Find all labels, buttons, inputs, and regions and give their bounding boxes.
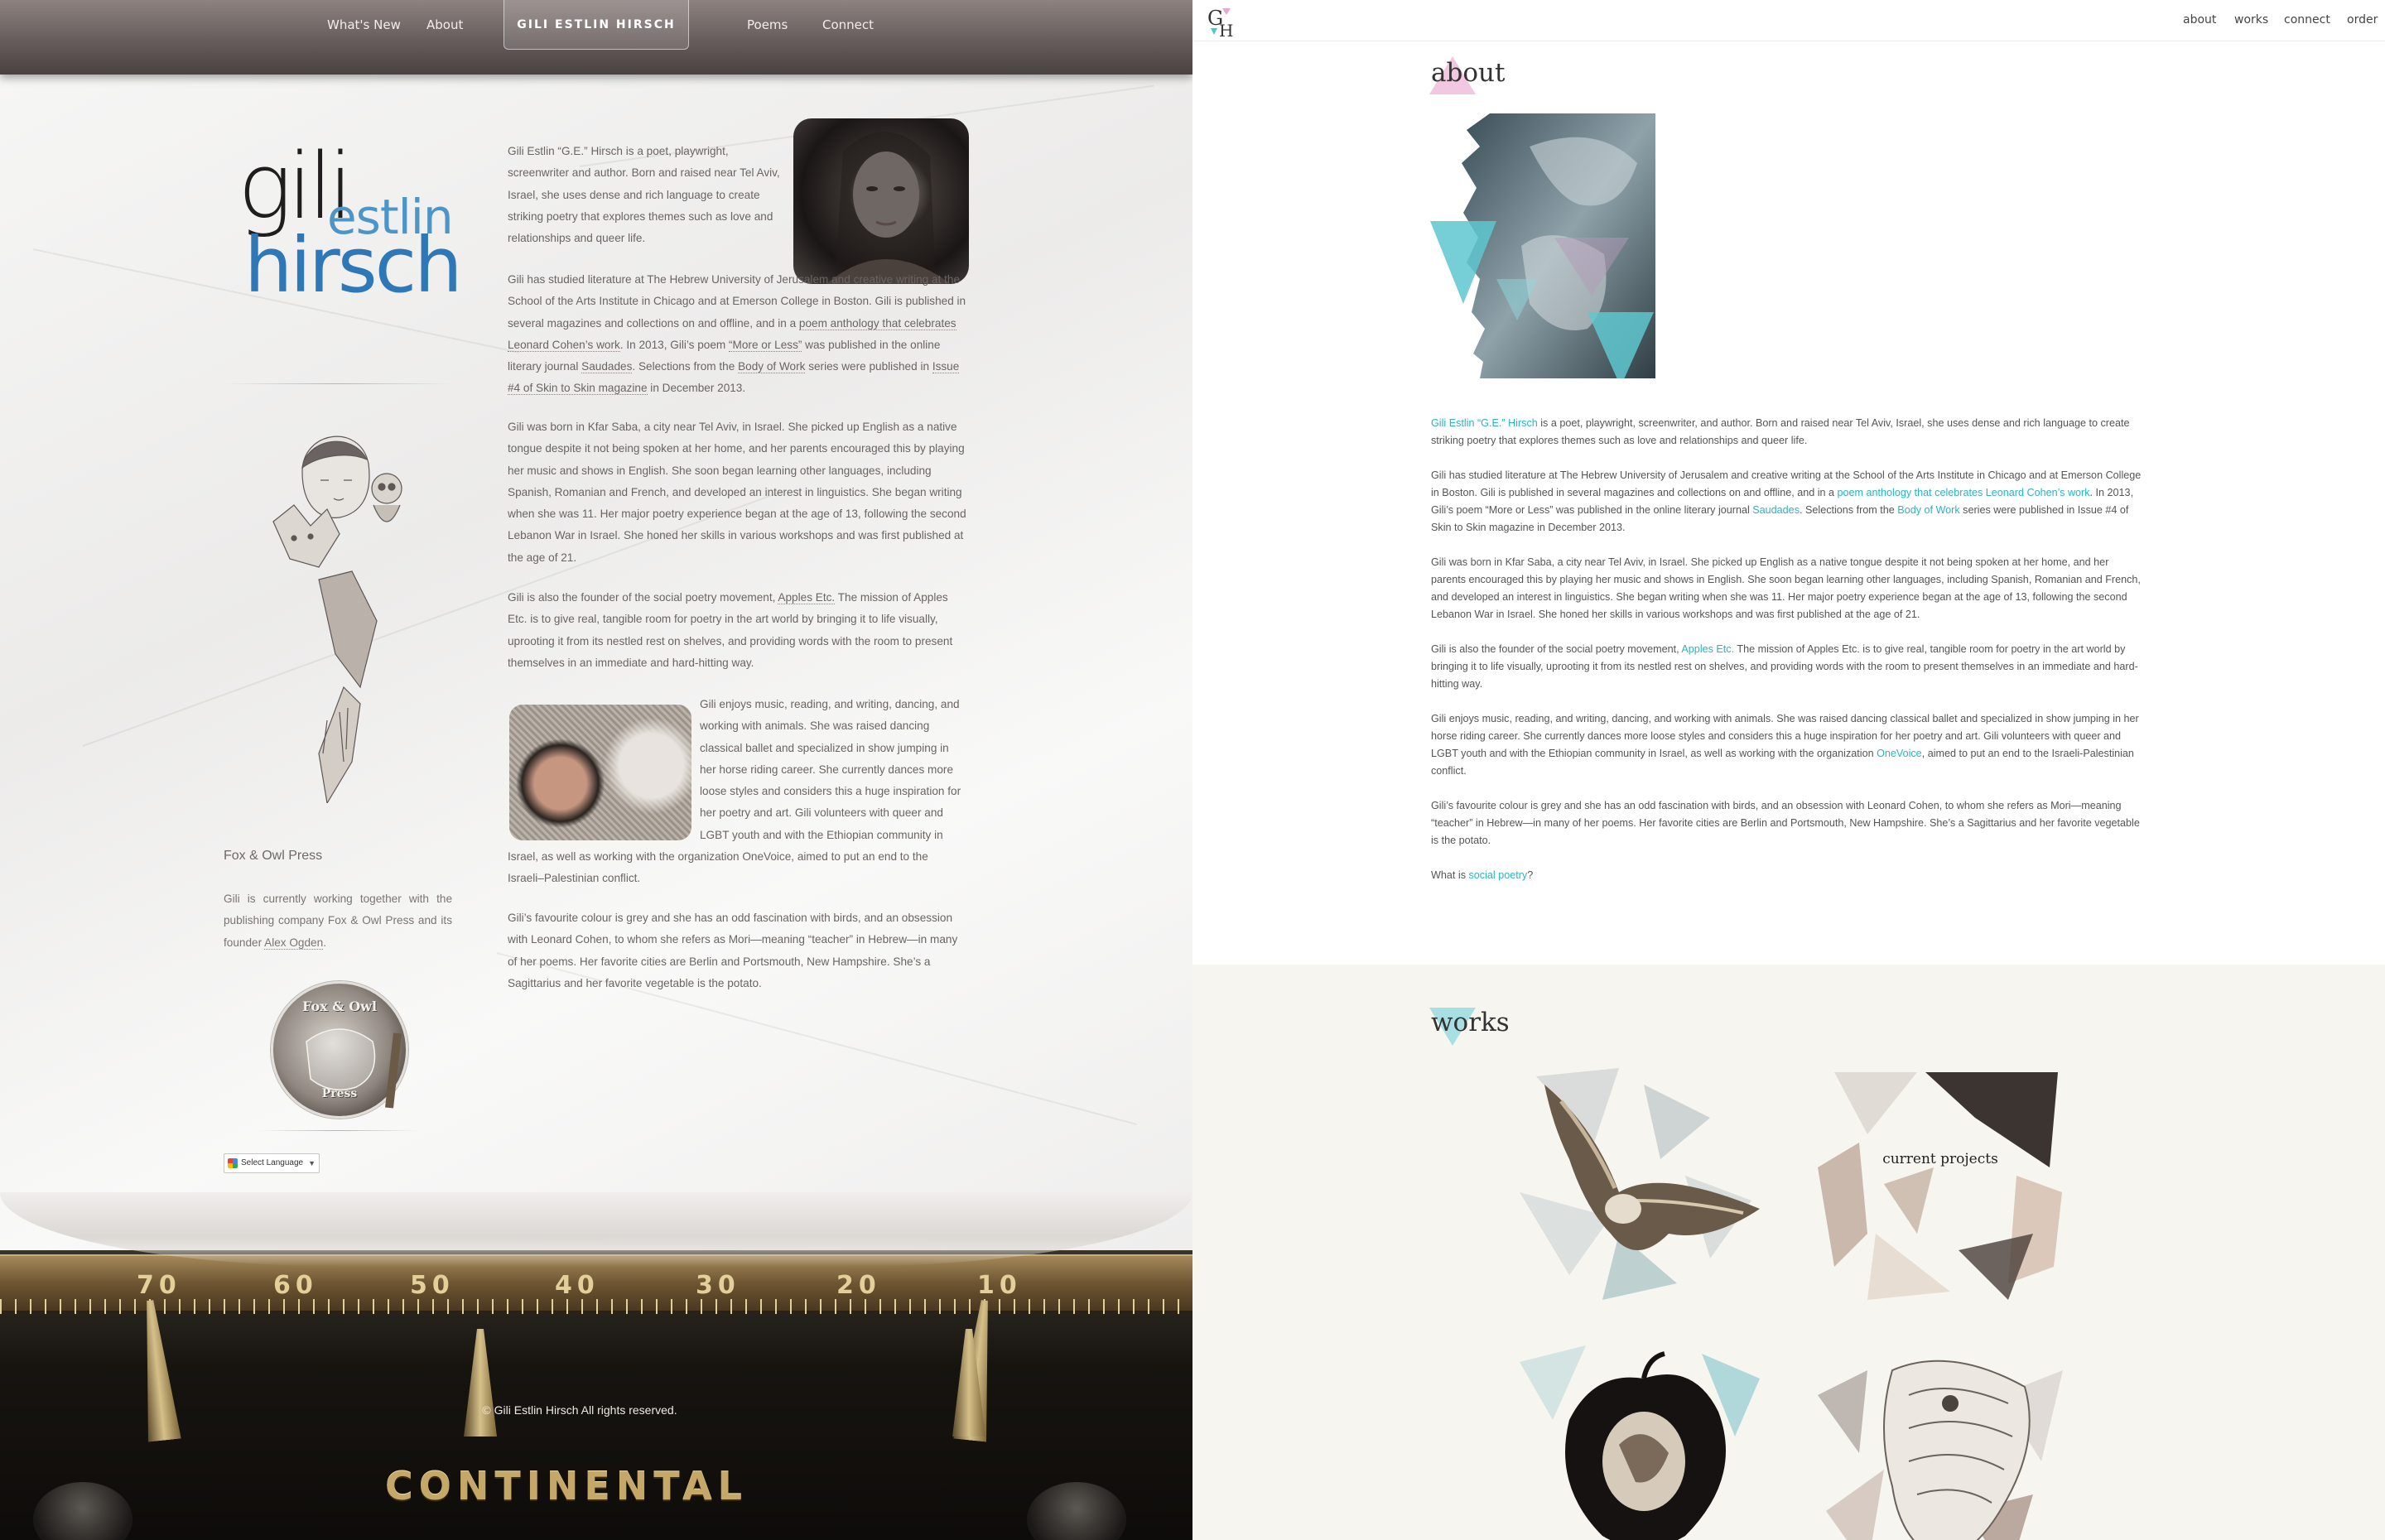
gh-logo-icon[interactable]: G H bbox=[1206, 5, 1239, 38]
text-run: . bbox=[323, 936, 326, 949]
link-social-poetry[interactable]: social poetry bbox=[1469, 869, 1528, 881]
link-apples-etc[interactable]: Apples Etc. bbox=[778, 591, 836, 604]
ruler-ticks bbox=[0, 1299, 1192, 1314]
text-run: Gili is also the founder of the social p… bbox=[508, 591, 778, 604]
current-projects-label: current projects bbox=[1882, 1151, 1998, 1167]
site-logo[interactable]: gili estlin hirsch bbox=[236, 141, 468, 331]
translate-label: Select Language bbox=[241, 1158, 304, 1167]
top-nav-bar: G H about works connect order bbox=[1192, 0, 2385, 41]
fox-owl-heading: Fox & Owl Press bbox=[224, 849, 323, 863]
nav-about[interactable]: about bbox=[2183, 13, 2216, 26]
text-run: Gili is currently working together with … bbox=[224, 893, 452, 949]
nav-connect[interactable]: connect bbox=[2284, 13, 2330, 26]
svg-text:H: H bbox=[1219, 21, 1233, 38]
text-run: . In 2013, Gili’s poem bbox=[619, 338, 730, 351]
bio-paragraph-4: Gili is also the founder of the social p… bbox=[508, 587, 967, 674]
nav-order[interactable]: order bbox=[2347, 13, 2378, 26]
copyright-text: © Gili Estlin Hirsch All rights reserved… bbox=[482, 1403, 677, 1417]
bio-paragraph-3: Gili was born in Kfar Saba, a city near … bbox=[508, 416, 967, 569]
top-nav-bar: What's New About GILI ESTLIN HIRSCH Poem… bbox=[0, 0, 1192, 75]
left-site: What's New About GILI ESTLIN HIRSCH Poem… bbox=[0, 0, 1192, 1540]
ruler-number: 70 bbox=[137, 1271, 181, 1300]
logo-word-hirsch: hirsch bbox=[244, 221, 463, 310]
link-body-of-work[interactable]: Body of Work bbox=[738, 360, 806, 374]
works-heading: works bbox=[1431, 1008, 1510, 1037]
link-author-name[interactable]: Gili Estlin “G.E.” Hirsch bbox=[1431, 417, 1538, 429]
works-section: works current projects bbox=[1192, 965, 2385, 1540]
link-cohen-anthology[interactable]: poem anthology that celebrates Leonard C… bbox=[1838, 487, 2090, 498]
google-icon bbox=[228, 1158, 238, 1168]
bio-text: Gili is also the founder of the social p… bbox=[508, 587, 967, 674]
about-text: Gili Estlin “G.E.” Hirsch is a poet, pla… bbox=[1431, 415, 2142, 902]
divider bbox=[258, 1130, 417, 1131]
ruler-number: 10 bbox=[977, 1271, 1022, 1300]
bio-paragraph-4: Gili is also the founder of the social p… bbox=[1431, 641, 2142, 693]
chevron-down-icon: ▼ bbox=[308, 1159, 316, 1167]
ruler-number: 60 bbox=[273, 1271, 318, 1300]
work-apple-card[interactable] bbox=[1520, 1345, 1765, 1540]
bio-paragraph-1: Gili Estlin “G.E.” Hirsch is a poet, pla… bbox=[508, 141, 781, 249]
ruler-number: 30 bbox=[696, 1271, 740, 1300]
about-heading: about bbox=[1431, 58, 1506, 88]
text-run: . Selections from the bbox=[632, 360, 739, 373]
ruler-number: 20 bbox=[836, 1271, 881, 1300]
work-current-projects-card[interactable]: current projects bbox=[1818, 1068, 2063, 1300]
bio-paragraph-5: Gili enjoys music, reading, and writing,… bbox=[1431, 710, 2142, 780]
google-translate-select[interactable]: Select Language ▼ bbox=[224, 1153, 320, 1173]
ruler-number: 50 bbox=[410, 1271, 455, 1300]
right-site: G H about works connect order about Gili… bbox=[1192, 0, 2385, 1540]
nav-whats-new[interactable]: What's New bbox=[327, 0, 401, 50]
badge-subtitle: Press bbox=[321, 1087, 358, 1100]
link-alex-ogden[interactable]: Alex Ogden bbox=[264, 936, 324, 950]
bio-paragraph-6: Gili’s favourite colour is grey and she … bbox=[1431, 800, 2140, 846]
bio-text: Gili was born in Kfar Saba, a city near … bbox=[508, 421, 966, 564]
link-more-or-less[interactable]: “More or Less” bbox=[729, 338, 802, 352]
bio-paragraph-2: Gili has studied literature at The Hebre… bbox=[1431, 467, 2142, 537]
current-projects-collage bbox=[1818, 1072, 2062, 1300]
ruler-number: 40 bbox=[555, 1271, 600, 1300]
bio-paragraph-6: Gili’s favourite colour is grey and she … bbox=[508, 907, 967, 994]
work-bird-card[interactable] bbox=[1520, 1068, 1765, 1300]
portrait-face bbox=[826, 132, 951, 284]
nav-poems[interactable]: Poems bbox=[747, 0, 788, 50]
work-owl-card[interactable] bbox=[1818, 1345, 2063, 1540]
bio-paragraph-7: What is social poetry? bbox=[1431, 867, 2142, 884]
link-saudades[interactable]: Saudades bbox=[1752, 504, 1800, 516]
link-apples-etc[interactable]: Apples Etc. bbox=[1681, 643, 1734, 655]
nav-connect[interactable]: Connect bbox=[822, 0, 874, 50]
float-spacer bbox=[508, 694, 700, 841]
nav-about[interactable]: About bbox=[426, 0, 463, 50]
author-portrait-photo bbox=[793, 118, 969, 284]
text-run: in December 2013. bbox=[647, 382, 746, 395]
bio-text: Gili has studied literature at The Hebre… bbox=[508, 269, 967, 400]
bio-paragraph-2: Gili has studied literature at The Hebre… bbox=[508, 269, 967, 400]
nav-brand[interactable]: GILI ESTLIN HIRSCH bbox=[504, 0, 689, 50]
fox-owl-text: Gili is currently working together with … bbox=[224, 888, 452, 954]
text-run: series were published in bbox=[805, 360, 932, 373]
text-run: ? bbox=[1527, 869, 1534, 881]
fox-owl-press-badge[interactable]: Fox & Owl Press bbox=[271, 981, 408, 1119]
bio-paragraph-5: Gili enjoys music, reading, and writing,… bbox=[508, 694, 967, 890]
typewriter-lever bbox=[133, 1298, 181, 1441]
typewriter-lever bbox=[464, 1329, 497, 1437]
text-run: . Selections from the bbox=[1800, 504, 1898, 516]
fox-owl-illustration bbox=[272, 436, 402, 803]
bio-paragraph-1: Gili Estlin “G.E.” Hirsch is a poet, pla… bbox=[1431, 415, 2142, 450]
author-collage-photo bbox=[1430, 113, 1655, 378]
text-run: What is bbox=[1431, 869, 1469, 881]
bio-text: Gili Estlin “G.E.” Hirsch is a poet, pla… bbox=[508, 145, 780, 245]
typewriter-brand: CONTINENTAL bbox=[385, 1464, 748, 1509]
link-body-of-work[interactable]: Body of Work bbox=[1897, 504, 1959, 516]
nav-works[interactable]: works bbox=[2234, 13, 2268, 26]
divider bbox=[224, 383, 452, 384]
paper-edge bbox=[0, 1192, 1192, 1267]
link-saudades[interactable]: Saudades bbox=[581, 360, 633, 374]
link-onevoice[interactable]: OneVoice bbox=[1877, 748, 1922, 759]
text-run: Gili is also the founder of the social p… bbox=[1431, 643, 1682, 655]
bio-text: Gili’s favourite colour is grey and she … bbox=[508, 912, 958, 989]
bio-paragraph-3: Gili was born in Kfar Saba, a city near … bbox=[1431, 556, 2141, 620]
